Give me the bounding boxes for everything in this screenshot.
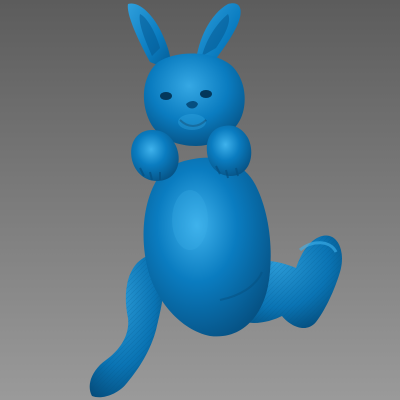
right-eye xyxy=(200,90,212,98)
body xyxy=(143,157,271,337)
left-eye xyxy=(160,92,172,100)
bunny-model[interactable] xyxy=(0,0,400,400)
3d-viewport[interactable] xyxy=(0,0,400,400)
